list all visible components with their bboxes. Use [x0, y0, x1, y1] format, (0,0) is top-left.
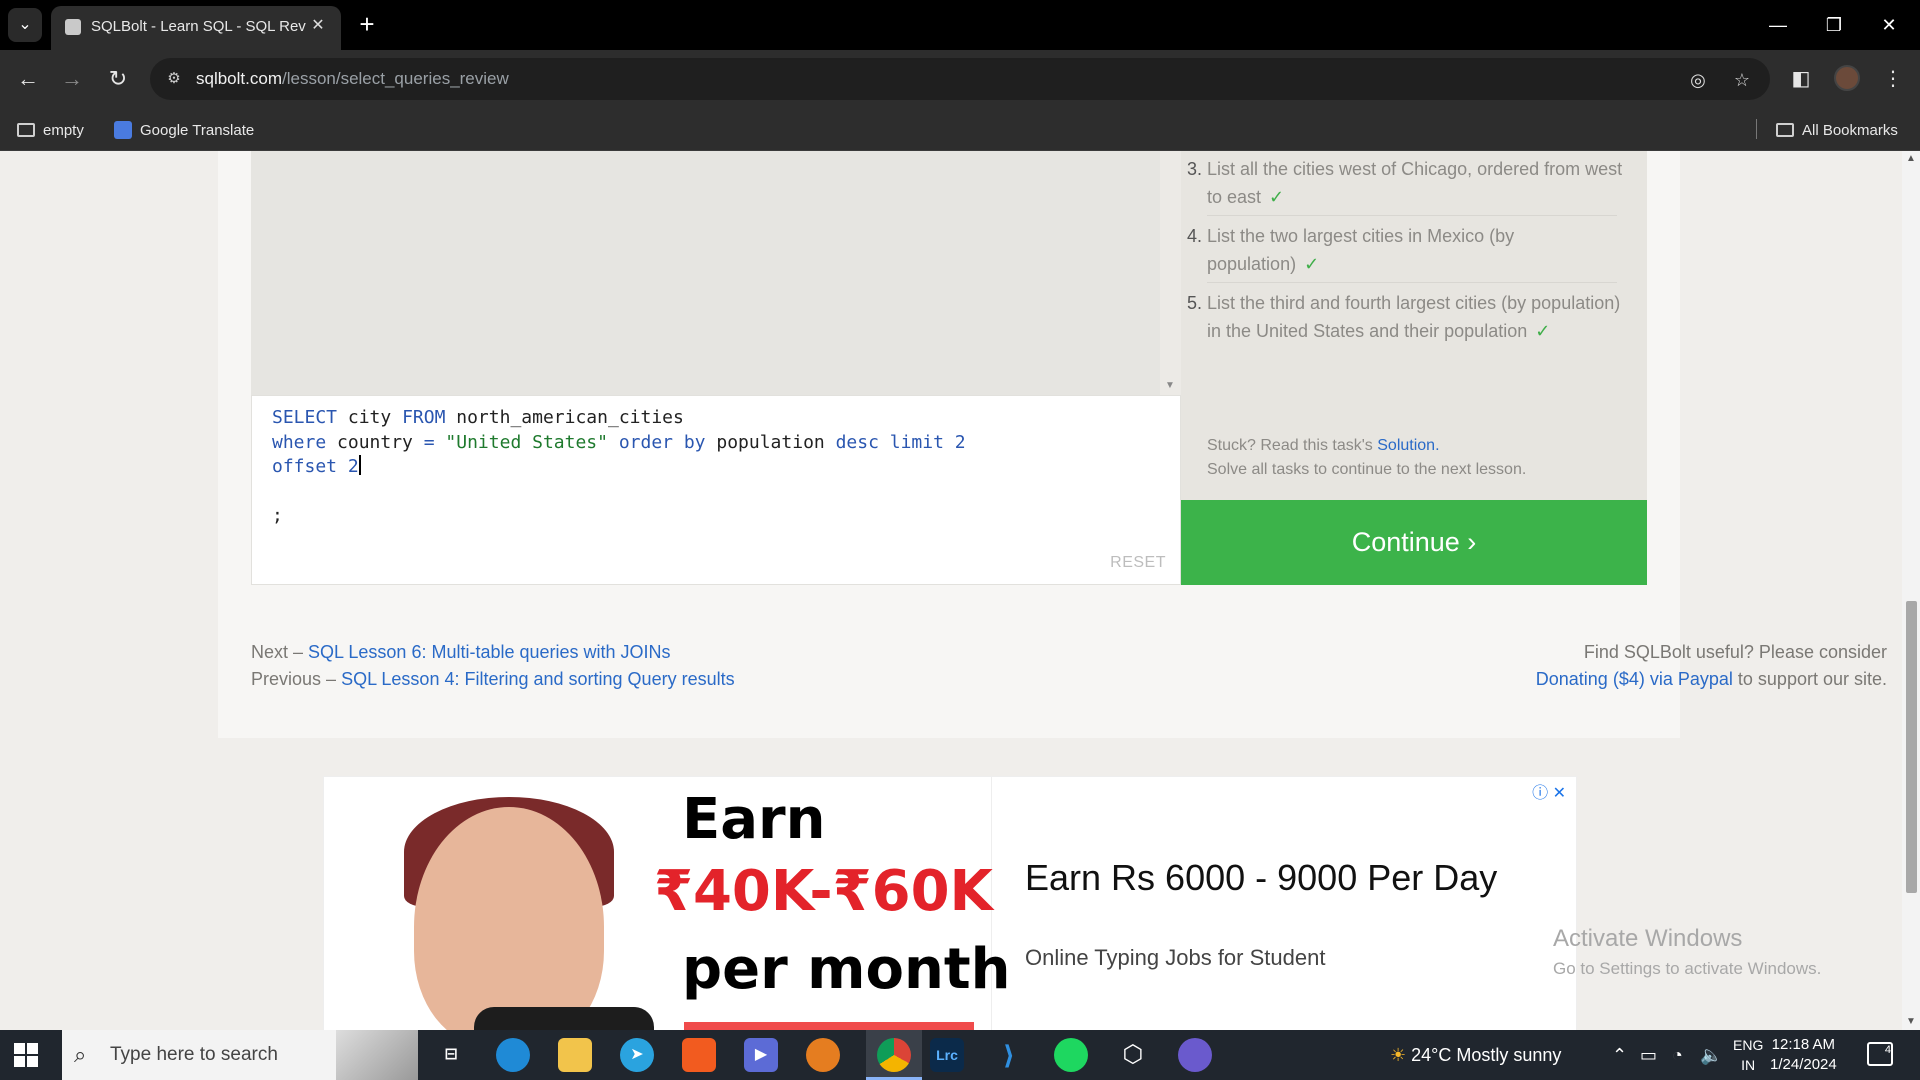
- checkmark-icon: ✓: [1535, 321, 1551, 341]
- tab-close-icon[interactable]: ✕: [307, 15, 329, 37]
- tab-strip: ⌄ SQLBolt - Learn SQL - SQL Review ✕ + —…: [0, 0, 1920, 50]
- solution-link[interactable]: Solution.: [1377, 437, 1439, 454]
- tray-chevron-icon[interactable]: ⌃: [1612, 1045, 1627, 1066]
- file-explorer-icon[interactable]: [558, 1038, 592, 1072]
- lesson-navigation: Next – SQL Lesson 6: Multi-table queries…: [251, 642, 735, 689]
- divider: [1207, 215, 1617, 216]
- tab-title: SQLBolt - Learn SQL - SQL Review: [91, 18, 306, 35]
- activate-windows-watermark: Activate Windows Go to Settings to activ…: [1553, 925, 1822, 978]
- weather-widget[interactable]: ☀ 24°C Mostly sunny: [1390, 1045, 1561, 1066]
- ad-earn-text: Earn: [682, 787, 826, 852]
- ad-choices-close-icon[interactable]: ⓘ ✕: [1532, 779, 1566, 803]
- volume-icon[interactable]: 🔈: [1700, 1045, 1722, 1066]
- text-cursor: [358, 455, 361, 475]
- task-list: 3. List all the cities west of Chicago, o…: [1181, 151, 1647, 500]
- new-tab-plus-icon[interactable]: +: [352, 10, 382, 40]
- page-viewport: ▼ SELECT city FROM north_american_cities…: [0, 151, 1920, 1030]
- scrollbar-thumb[interactable]: [1906, 601, 1917, 893]
- page-scrollbar[interactable]: ▲ ▼: [1902, 151, 1920, 1030]
- search-placeholder: Type here to search: [110, 1044, 278, 1065]
- restore-icon[interactable]: ❐: [1811, 8, 1857, 42]
- sqlbolt-favicon-icon: [65, 19, 81, 35]
- url-text: sqlbolt.com/lesson/select_queries_review: [196, 69, 509, 88]
- query-results-area: [251, 151, 1181, 395]
- task-item: 5. List the third and fourth largest citi…: [1187, 293, 1621, 341]
- minimize-icon[interactable]: —: [1755, 8, 1801, 42]
- checkmark-icon: ✓: [1269, 187, 1285, 207]
- scroll-down-icon[interactable]: ▼: [1902, 1014, 1920, 1030]
- sql-editor[interactable]: SELECT city FROM north_american_cities w…: [251, 395, 1181, 585]
- tab-search-chevron-icon[interactable]: ⌄: [8, 8, 42, 42]
- bookmark-google-translate[interactable]: Google Translate: [114, 119, 254, 141]
- eye-slash-icon[interactable]: ◎: [1686, 68, 1710, 92]
- google-translate-icon: [114, 121, 132, 139]
- site-info-icon[interactable]: ⚙: [164, 69, 184, 89]
- ad-subline[interactable]: Online Typing Jobs for Student: [1025, 945, 1325, 971]
- brave-icon[interactable]: [682, 1038, 716, 1072]
- divider: [1207, 282, 1617, 283]
- results-scrollbar[interactable]: ▼: [1160, 151, 1181, 395]
- advertisement[interactable]: Earn ₹40K-₹60K per month Earn Rs 6000 - …: [323, 776, 1577, 1030]
- browser-toolbar: ← → ↻ ⚙ sqlbolt.com/lesson/select_querie…: [0, 50, 1920, 107]
- chrome-icon[interactable]: [877, 1038, 911, 1072]
- donate-link[interactable]: Donating ($4) via Paypal: [1536, 669, 1733, 689]
- scroll-up-icon[interactable]: ▲: [1902, 151, 1920, 167]
- sql-code[interactable]: SELECT city FROM north_american_cities w…: [272, 406, 966, 529]
- bookmark-star-icon[interactable]: ☆: [1730, 68, 1754, 92]
- task-item: 3. List all the cities west of Chicago, o…: [1187, 159, 1623, 207]
- task-view-icon[interactable]: ⊟: [434, 1038, 468, 1072]
- ad-person-face: [414, 807, 604, 1030]
- search-highlight-image: [336, 1030, 418, 1080]
- media-player-icon[interactable]: ▶: [744, 1038, 778, 1072]
- search-icon: ⌕: [74, 1042, 87, 1067]
- task-item: 4. List the two largest cities in Mexico …: [1187, 226, 1515, 274]
- windows-start-icon[interactable]: [14, 1043, 38, 1067]
- ad-red-banner: [684, 1022, 974, 1030]
- address-bar[interactable]: ⚙ sqlbolt.com/lesson/select_queries_revi…: [150, 58, 1770, 100]
- sun-cloud-icon: ☀: [1390, 1045, 1407, 1065]
- ad-amount-text: ₹40K-₹60K: [654, 859, 993, 924]
- active-tab[interactable]: SQLBolt - Learn SQL - SQL Review ✕: [51, 6, 341, 50]
- language-indicator[interactable]: ENG IN: [1733, 1035, 1763, 1075]
- close-window-icon[interactable]: ✕: [1866, 8, 1912, 42]
- battery-icon[interactable]: ▭: [1640, 1045, 1657, 1066]
- stuck-hint: Stuck? Read this task's Solution. Solve …: [1207, 437, 1527, 478]
- bookmarks-bar: empty Google Translate All Bookmarks: [0, 107, 1920, 151]
- bookmarks-divider: [1756, 119, 1757, 139]
- telegram-icon[interactable]: ➤: [620, 1038, 654, 1072]
- ad-person-body: [474, 1007, 654, 1030]
- ad-per-month-text: per month: [682, 937, 1011, 1002]
- folder-icon: [17, 123, 35, 137]
- vscode-icon[interactable]: ⟩: [992, 1038, 1026, 1072]
- reset-button[interactable]: RESET: [1110, 554, 1166, 572]
- taskbar-search-box[interactable]: ⌕ Type here to search: [62, 1030, 418, 1080]
- folder-icon: [1776, 123, 1794, 137]
- support-message: Find SQLBolt useful? Please consider Don…: [1535, 642, 1887, 689]
- all-bookmarks[interactable]: All Bookmarks: [1776, 119, 1898, 141]
- windows-taskbar: ⌕ Type here to search ⊟ ➤ ▶ Lrc ⟩ ⬡ ☀ 24…: [0, 1030, 1920, 1080]
- lightroom-icon[interactable]: Lrc: [930, 1038, 964, 1072]
- previous-lesson-link[interactable]: SQL Lesson 4: Filtering and sorting Quer…: [341, 669, 735, 689]
- ad-image-panel[interactable]: Earn ₹40K-₹60K per month: [324, 777, 1011, 1030]
- notification-center-icon[interactable]: 4: [1867, 1042, 1893, 1066]
- discord-icon[interactable]: [1178, 1038, 1212, 1072]
- wifi-icon[interactable]: ◔: [1672, 1045, 1683, 1066]
- clock[interactable]: 12:18 AM 1/24/2024: [1770, 1035, 1837, 1075]
- blender-icon[interactable]: [806, 1038, 840, 1072]
- next-lesson-link[interactable]: SQL Lesson 6: Multi-table queries with J…: [308, 642, 671, 662]
- back-arrow-icon[interactable]: ←: [13, 64, 43, 94]
- spotify-icon[interactable]: [1054, 1038, 1088, 1072]
- checkmark-icon: ✓: [1304, 254, 1320, 274]
- continue-button[interactable]: Continue ›: [1181, 500, 1647, 585]
- profile-avatar[interactable]: [1834, 65, 1860, 91]
- virtualbox-icon[interactable]: ⬡: [1116, 1038, 1150, 1072]
- reload-icon[interactable]: ↻: [103, 64, 133, 94]
- ad-headline[interactable]: Earn Rs 6000 - 9000 Per Day: [1025, 857, 1497, 899]
- edge-icon[interactable]: [496, 1038, 530, 1072]
- bookmark-empty[interactable]: empty: [17, 119, 84, 141]
- forward-arrow-icon[interactable]: →: [57, 64, 87, 94]
- side-panel-icon[interactable]: ◧: [1786, 64, 1816, 94]
- more-menu-icon[interactable]: ⋮: [1878, 64, 1908, 94]
